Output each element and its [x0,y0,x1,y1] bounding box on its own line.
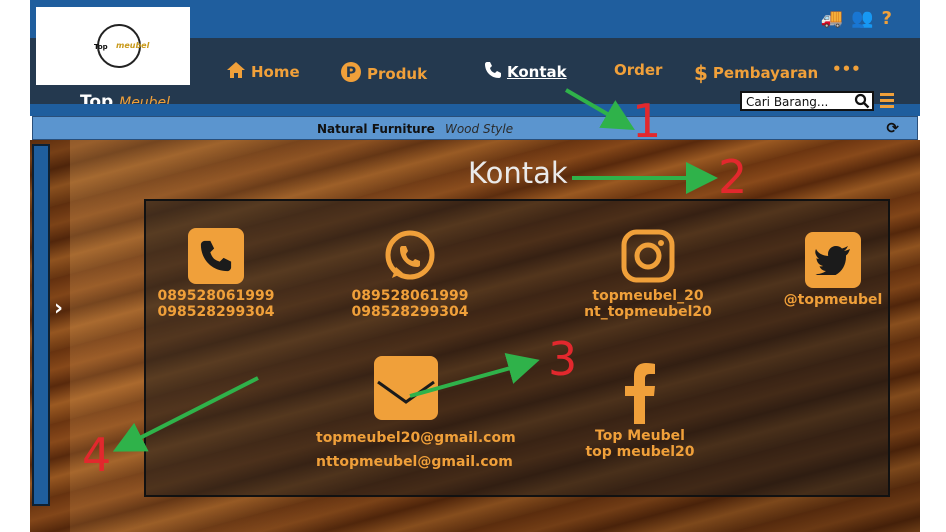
annotation-arrow-3 [409,353,540,398]
annotation-1: 1 [632,94,662,148]
annotation-arrows [112,88,718,452]
annotation-arrow-4 [112,376,259,452]
annotation-arrow-1 [564,88,635,131]
annotation-4: 4 [82,428,112,482]
annotation-3: 3 [548,332,578,386]
annotation-2: 2 [718,150,748,204]
